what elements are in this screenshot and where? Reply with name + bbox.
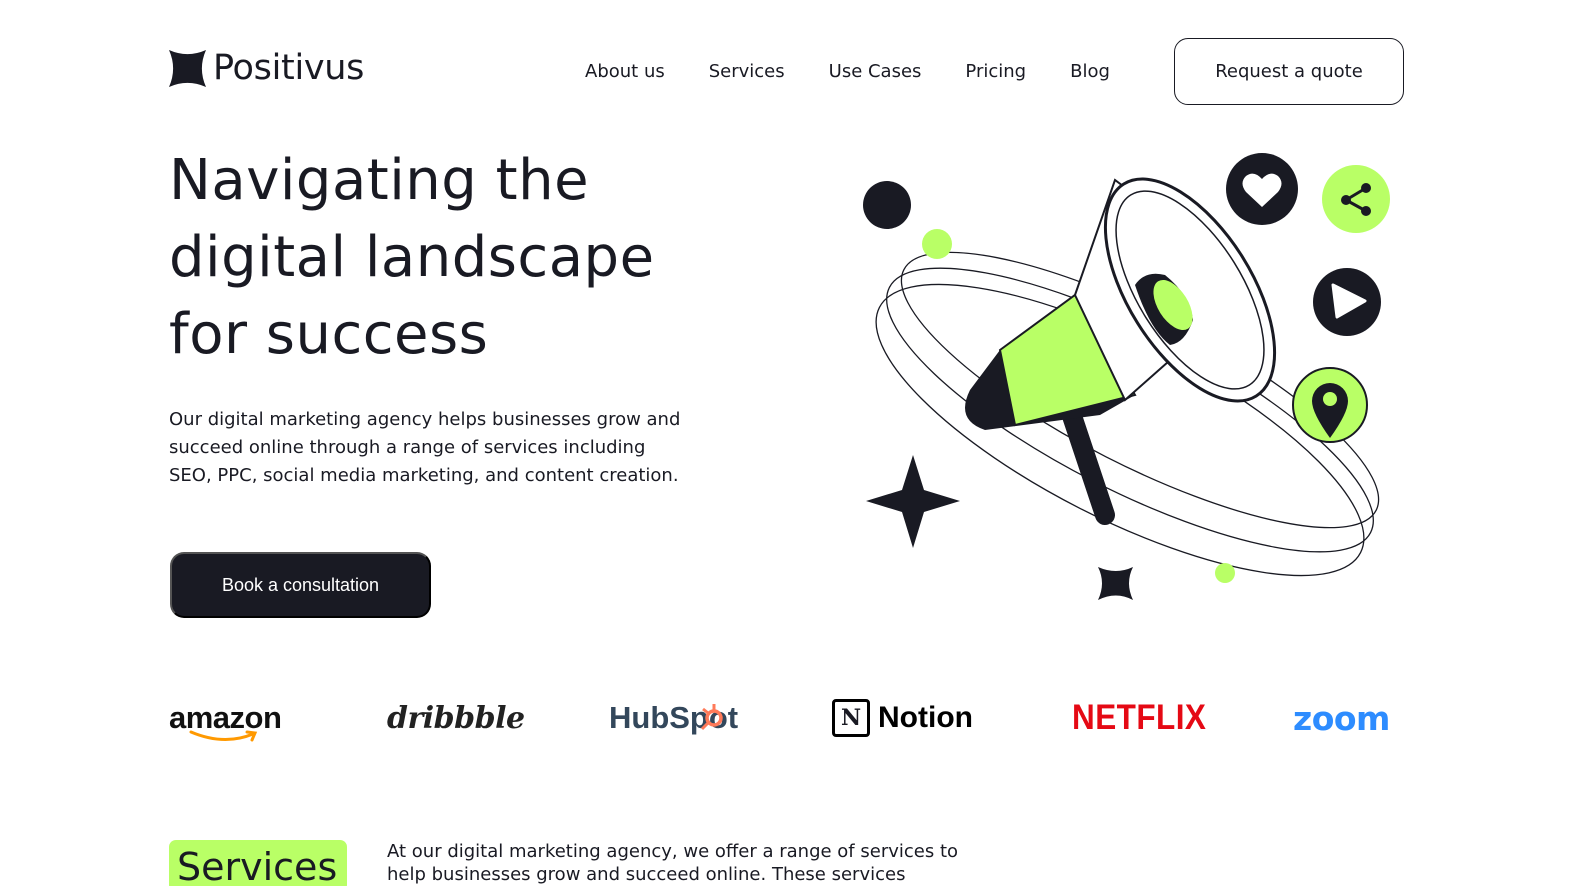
green-dot-icon [922, 229, 952, 259]
nav-link-use-cases[interactable]: Use Cases [829, 60, 922, 84]
request-quote-button[interactable]: Request a quote [1174, 38, 1404, 105]
netflix-logo: NETFLIX [1072, 690, 1221, 746]
nav-link-about-us[interactable]: About us [585, 60, 665, 84]
black-dot-icon [863, 181, 911, 229]
nav-link-services[interactable]: Services [709, 60, 785, 84]
amazon-logo: amazon [169, 690, 282, 746]
zoom-wordmark: zoom [1293, 698, 1390, 738]
brand-logo[interactable]: Positivus [169, 50, 364, 87]
services-intro: At our digital marketing agency, we offe… [387, 841, 959, 885]
services-heading: Services [169, 840, 347, 886]
megaphone-illustration [863, 153, 1390, 600]
partner-logos: amazon dribbble HubSpot N Notion NETFLIX… [169, 690, 1404, 746]
site-header: Positivus About us Services Use Cases Pr… [169, 38, 1404, 105]
nav-link-blog[interactable]: Blog [1070, 60, 1110, 84]
dribbble-logo: dribbble [387, 690, 525, 746]
four-point-star-icon [866, 455, 960, 548]
main-nav: About us Services Use Cases Pricing Blog [585, 60, 1110, 84]
heart-icon [1226, 153, 1298, 225]
small-star-icon [1098, 567, 1133, 600]
notion-logo: N Notion [832, 690, 973, 746]
hubspot-sprocket-icon [700, 704, 723, 731]
notion-mark-icon: N [832, 699, 870, 737]
hubspot-logo: HubSpot [609, 690, 738, 746]
nav-link-pricing[interactable]: Pricing [965, 60, 1026, 84]
hero-description: Our digital marketing agency helps busin… [169, 409, 681, 486]
positivus-logo-icon [169, 50, 206, 87]
small-green-dot-icon [1215, 563, 1235, 583]
book-consultation-button[interactable]: Book a consultation [170, 552, 431, 618]
brand-name: Positivus [213, 48, 365, 88]
amazon-smile-icon [189, 730, 258, 742]
share-icon [1322, 165, 1390, 233]
location-pin-icon [1292, 367, 1368, 443]
notion-wordmark: Notion [878, 701, 973, 734]
netflix-wordmark: NETFLIX [1072, 698, 1207, 737]
zoom-logo: zoom [1293, 690, 1390, 746]
hero-title: Navigating the digital landscape for suc… [169, 148, 655, 367]
play-icon [1313, 268, 1381, 336]
dribbble-wordmark: dribbble [387, 700, 525, 736]
